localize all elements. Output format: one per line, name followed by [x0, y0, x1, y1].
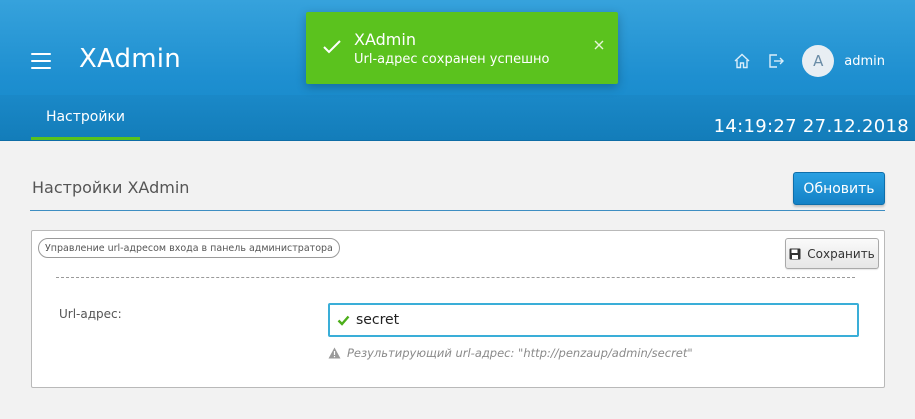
username-link[interactable]: admin — [844, 54, 885, 69]
panel-legend: Управление url-адресом входа в панель ад… — [38, 238, 340, 258]
warning-icon — [328, 347, 341, 359]
tab-settings[interactable]: Настройки — [31, 96, 140, 140]
toast-title: XAdmin — [354, 30, 416, 49]
menu-toggle-icon[interactable] — [31, 53, 51, 69]
toast-message: Url-адрес сохранен успешно — [354, 52, 550, 67]
save-button-label: Сохранить — [807, 246, 875, 261]
tab-settings-label: Настройки — [45, 108, 126, 125]
close-icon[interactable] — [594, 39, 604, 53]
settings-panel: Управление url-адресом входа в панель ад… — [31, 230, 885, 388]
datetime-display: 14:19:27 27.12.2018 — [713, 116, 909, 137]
result-url-hint-text: Результирующий url-адрес: "http://penzau… — [347, 346, 693, 360]
valid-check-icon — [337, 315, 350, 326]
title-divider — [30, 210, 885, 211]
result-url-hint: Результирующий url-адрес: "http://penzau… — [328, 346, 693, 360]
floppy-disk-icon — [789, 248, 801, 260]
header-actions: A admin — [732, 44, 885, 78]
avatar[interactable]: A — [802, 45, 835, 77]
url-input-value: secret — [356, 312, 400, 328]
dashed-divider — [56, 277, 855, 278]
url-input[interactable]: secret — [328, 303, 859, 337]
page-title: Настройки XAdmin — [32, 178, 190, 197]
home-icon[interactable] — [732, 51, 752, 71]
check-icon — [322, 39, 342, 59]
success-toast: XAdmin Url-адрес сохранен успешно — [306, 12, 618, 84]
save-button[interactable]: Сохранить — [785, 238, 879, 269]
app-title: XAdmin — [79, 44, 181, 74]
logout-icon[interactable] — [766, 51, 786, 71]
url-field-label: Url-адрес: — [59, 307, 122, 321]
update-button[interactable]: Обновить — [793, 172, 885, 205]
